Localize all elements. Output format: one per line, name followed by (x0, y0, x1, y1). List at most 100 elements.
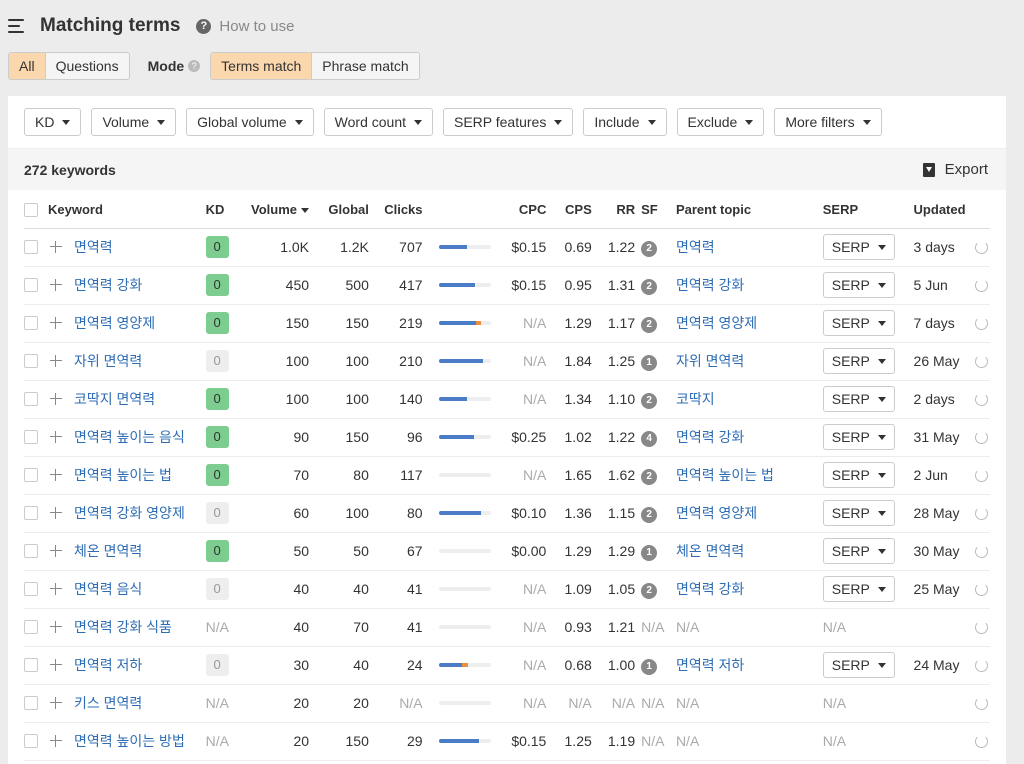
refresh-icon[interactable] (975, 278, 988, 292)
row-checkbox[interactable] (24, 544, 38, 558)
select-all-checkbox[interactable] (24, 202, 38, 217)
help-icon[interactable]: ? (196, 18, 212, 34)
keyword-link[interactable]: 면역력 강화 영양제 (74, 503, 185, 523)
row-checkbox[interactable] (24, 240, 38, 254)
serp-features-badge[interactable]: 1 (641, 658, 658, 675)
refresh-icon[interactable] (975, 582, 988, 596)
refresh-icon[interactable] (975, 240, 988, 254)
serp-dropdown[interactable]: SERP (822, 652, 895, 678)
parent-topic-link[interactable]: 면역력 저하 (676, 657, 744, 673)
parent-topic-link[interactable]: 면역력 영양제 (676, 315, 757, 331)
serp-features-badge[interactable]: 1 (641, 354, 658, 371)
filter-word-count[interactable]: Word count (323, 108, 433, 136)
serp-dropdown[interactable]: SERP (822, 424, 895, 450)
col-keyword[interactable]: Keyword (24, 192, 206, 229)
filter-include[interactable]: Include (583, 108, 667, 136)
serp-dropdown[interactable]: SERP (822, 462, 895, 488)
keyword-link[interactable]: 면역력 음식 (74, 579, 142, 599)
col-serp[interactable]: SERP (822, 192, 914, 229)
refresh-icon[interactable] (975, 696, 988, 710)
parent-topic-link[interactable]: 면역력 영양제 (676, 505, 757, 521)
col-clicks[interactable]: Clicks (374, 192, 429, 229)
parent-topic-link[interactable]: 면역력 강화 (676, 277, 744, 293)
filter-serp-features[interactable]: SERP features (443, 108, 574, 136)
serp-dropdown[interactable]: SERP (822, 234, 895, 260)
row-checkbox[interactable] (24, 316, 38, 330)
parent-topic-link[interactable]: 코딱지 (676, 391, 715, 407)
serp-dropdown[interactable]: SERP (822, 348, 895, 374)
add-to-list-icon[interactable] (50, 507, 62, 519)
parent-topic-link[interactable]: 면역력 (676, 239, 715, 255)
serp-dropdown[interactable]: SERP (822, 500, 895, 526)
col-updated[interactable]: Updated (913, 192, 990, 229)
row-checkbox[interactable] (24, 430, 38, 444)
add-to-list-icon[interactable] (50, 545, 62, 557)
tab-all[interactable]: All (9, 53, 46, 79)
add-to-list-icon[interactable] (50, 697, 62, 709)
col-kd[interactable]: KD (205, 192, 247, 229)
parent-topic-link[interactable]: 자위 면역력 (676, 353, 744, 369)
col-volume[interactable]: Volume (246, 192, 316, 229)
parent-topic-link[interactable]: 면역력 강화 (676, 429, 744, 445)
keyword-link[interactable]: 키스 면역력 (74, 693, 142, 713)
refresh-icon[interactable] (975, 734, 988, 748)
parent-topic-link[interactable]: 체온 면역력 (676, 543, 744, 559)
row-checkbox[interactable] (24, 506, 38, 520)
keyword-link[interactable]: 면역력 높이는 법 (74, 465, 172, 485)
add-to-list-icon[interactable] (50, 621, 62, 633)
row-checkbox[interactable] (24, 278, 38, 292)
refresh-icon[interactable] (975, 506, 988, 520)
serp-features-badge[interactable]: 2 (641, 582, 658, 599)
filter-volume[interactable]: Volume (91, 108, 177, 136)
col-cps[interactable]: CPS (552, 192, 598, 229)
serp-dropdown[interactable]: SERP (822, 538, 895, 564)
add-to-list-icon[interactable] (50, 279, 62, 291)
parent-topic-link[interactable]: 면역력 높이는 법 (676, 467, 774, 483)
refresh-icon[interactable] (975, 392, 988, 406)
serp-features-badge[interactable]: 2 (641, 240, 658, 257)
serp-features-badge[interactable]: 4 (641, 430, 658, 447)
keyword-link[interactable]: 면역력 강화 (74, 275, 142, 295)
add-to-list-icon[interactable] (50, 355, 62, 367)
keyword-link[interactable]: 면역력 강화 식품 (74, 617, 172, 637)
keyword-link[interactable]: 체온 면역력 (74, 541, 142, 561)
refresh-icon[interactable] (975, 316, 988, 330)
add-to-list-icon[interactable] (50, 469, 62, 481)
parent-topic-link[interactable]: 면역력 강화 (676, 581, 744, 597)
add-to-list-icon[interactable] (50, 317, 62, 329)
serp-dropdown[interactable]: SERP (822, 576, 895, 602)
serp-features-badge[interactable]: 2 (641, 468, 658, 485)
refresh-icon[interactable] (975, 430, 988, 444)
keyword-link[interactable]: 자위 면역력 (74, 351, 142, 371)
refresh-icon[interactable] (975, 544, 988, 558)
serp-features-badge[interactable]: 2 (641, 278, 658, 295)
phrase-match-button[interactable]: Phrase match (312, 53, 418, 79)
keyword-link[interactable]: 면역력 높이는 음식 (74, 427, 185, 447)
serp-dropdown[interactable]: SERP (822, 310, 895, 336)
col-cpc[interactable]: CPC (492, 192, 553, 229)
keyword-link[interactable]: 면역력 저하 (74, 655, 142, 675)
row-checkbox[interactable] (24, 392, 38, 406)
col-parent-topic[interactable]: Parent topic (667, 192, 823, 229)
serp-features-badge[interactable]: 2 (641, 392, 658, 409)
add-to-list-icon[interactable] (50, 583, 62, 595)
refresh-icon[interactable] (975, 354, 988, 368)
refresh-icon[interactable] (975, 468, 988, 482)
keyword-link[interactable]: 면역력 높이는 방법 (74, 731, 185, 751)
serp-features-badge[interactable]: 1 (641, 544, 658, 561)
mode-help-icon[interactable]: ? (188, 60, 201, 72)
add-to-list-icon[interactable] (50, 393, 62, 405)
col-sf[interactable]: SF (641, 192, 668, 229)
row-checkbox[interactable] (24, 620, 38, 634)
hamburger-menu-icon[interactable] (8, 19, 24, 33)
row-checkbox[interactable] (24, 468, 38, 482)
add-to-list-icon[interactable] (50, 241, 62, 253)
refresh-icon[interactable] (975, 620, 988, 634)
keyword-link[interactable]: 코딱지 면역력 (74, 389, 155, 409)
serp-features-badge[interactable]: 2 (641, 506, 658, 523)
serp-features-badge[interactable]: 2 (641, 316, 658, 333)
refresh-icon[interactable] (975, 658, 988, 672)
export-button[interactable]: Export (922, 161, 988, 178)
col-rr[interactable]: RR (597, 192, 642, 229)
row-checkbox[interactable] (24, 354, 38, 368)
